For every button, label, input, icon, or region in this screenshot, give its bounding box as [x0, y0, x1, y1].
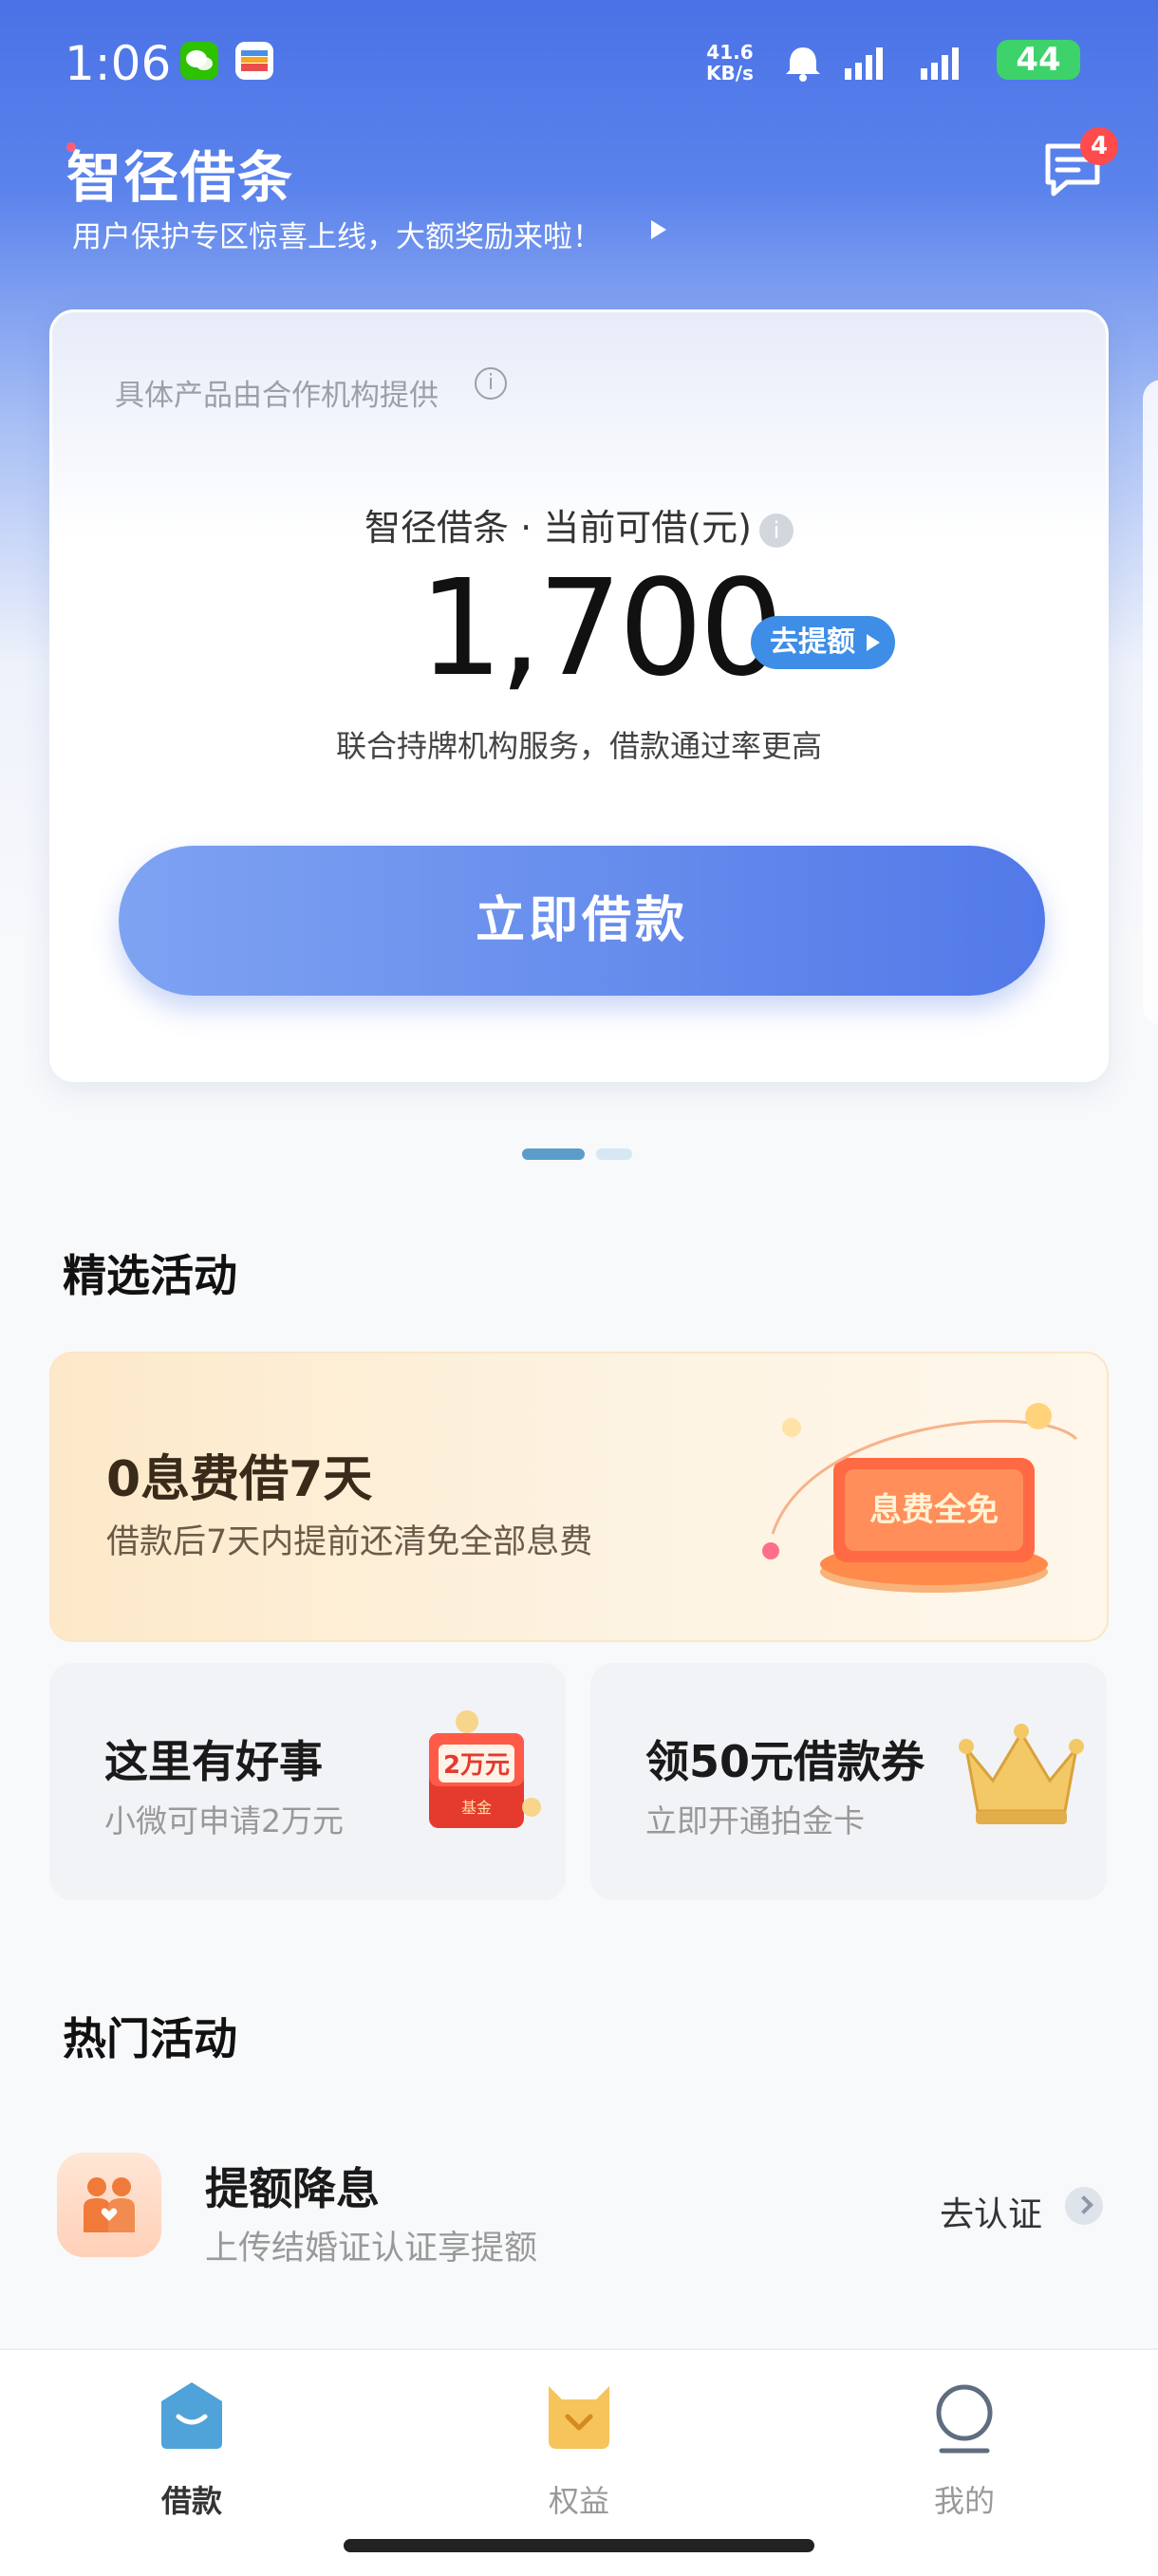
card-note: 联合持牌机构服务，借款通过率更高 [335, 728, 822, 764]
message-badge: 4 [1080, 127, 1118, 165]
hot-item-desc: 上传结婚证认证享提额 [205, 2230, 538, 2268]
zero-interest-promo[interactable]: 0息费借7天 借款后7天内提前还清免全部息费 息费全免 [49, 1352, 1109, 1642]
bell-icon [786, 47, 820, 82]
net-speed-value: 41.6 [706, 41, 754, 64]
coupon-card[interactable]: 领50元借款券 立即开通拍金卡 [590, 1663, 1107, 1900]
tab-borrow[interactable]: 借款 [97, 2373, 287, 2519]
credit-card: 具体产品由合作机构提供 i 智径借条 · 当前可借(元) i 1,700 去提额 … [49, 309, 1109, 1082]
available-label-text: 智径借条 · 当前可借(元) [364, 507, 752, 549]
hot-section-title: 热门活动 [63, 2013, 237, 2064]
envelope-sub: 基金 [461, 1799, 492, 1817]
home-indicator[interactable] [344, 2539, 814, 2552]
info-icon[interactable]: i [758, 513, 794, 548]
borrow-now-button[interactable]: 立即借款 [119, 846, 1045, 996]
raise-limit-button[interactable]: 去提额 [751, 616, 895, 669]
tab-benefits-label: 权益 [548, 2483, 609, 2519]
tab-profile-label: 我的 [933, 2483, 995, 2519]
status-bar: 1:06 41.6 KB/s 44 [0, 0, 1158, 123]
battery-indicator: 44 [997, 40, 1080, 80]
brand-dot [66, 142, 76, 152]
interest-free-card-icon: 息费全免 [762, 1403, 1078, 1593]
arrow-right-icon [867, 634, 880, 651]
good-news-title: 这里有好事 [104, 1736, 323, 1787]
verify-link[interactable]: 去认证 [940, 2187, 1042, 2236]
play-arrow-icon [651, 220, 666, 239]
signal-icon-1 [845, 47, 883, 80]
envelope-amount: 2万元 [443, 1751, 510, 1780]
coupon-desc: 立即开通拍金卡 [645, 1802, 865, 1839]
coupon-title: 领50元借款券 [645, 1736, 925, 1787]
net-speed-unit: KB/s [706, 62, 754, 84]
chevron-right-icon[interactable] [1065, 2187, 1103, 2225]
home-icon [161, 2382, 222, 2449]
hot-item-raise-limit[interactable]: 提额降息 上传结婚证认证享提额 去认证 [49, 2126, 1109, 2287]
provider-note: 具体产品由合作机构提供 [115, 379, 439, 413]
next-card-peek[interactable] [1143, 380, 1158, 1025]
raise-limit-label: 去提额 [770, 625, 855, 659]
good-news-desc: 小微可申请2万元 [104, 1802, 344, 1839]
benefits-icon [549, 2386, 609, 2449]
brand-title: 智径借条 [66, 145, 295, 210]
tab-borrow-label: 借款 [160, 2483, 222, 2519]
red-envelope-icon: 2万元 基金 [429, 1710, 541, 1828]
wechat-icon [180, 42, 218, 80]
hot-item-title: 提额降息 [205, 2163, 380, 2214]
signal-icon-2 [921, 47, 959, 80]
promo-desc: 借款后7天内提前还清免全部息费 [106, 1523, 593, 1561]
good-news-card[interactable]: 这里有好事 小微可申请2万元 2万元 基金 [49, 1663, 566, 1900]
featured-section-title: 精选活动 [63, 1250, 237, 1301]
interest-free-text: 息费全免 [869, 1491, 999, 1529]
promo-banner-link[interactable]: 用户保护专区惊喜上线，大额奖励来啦！ [72, 213, 602, 255]
promo-title: 0息费借7天 [106, 1451, 373, 1508]
available-label: 智径借条 · 当前可借(元) i [52, 498, 1106, 551]
couple-icon [57, 2153, 161, 2257]
available-amount: 1,700 [419, 551, 784, 706]
info-icon[interactable]: i [475, 367, 507, 400]
tab-profile[interactable]: 我的 [869, 2373, 1059, 2519]
status-icons [778, 40, 987, 89]
status-time: 1:06 [65, 36, 172, 91]
network-speed: 41.6 KB/s [706, 42, 754, 84]
tab-benefits[interactable]: 权益 [484, 2373, 674, 2519]
carousel-dot [596, 1148, 632, 1160]
carousel-dot-active [522, 1148, 585, 1160]
profile-icon [936, 2384, 993, 2454]
wallet-icon [235, 42, 273, 80]
crown-icon [959, 1724, 1084, 1824]
